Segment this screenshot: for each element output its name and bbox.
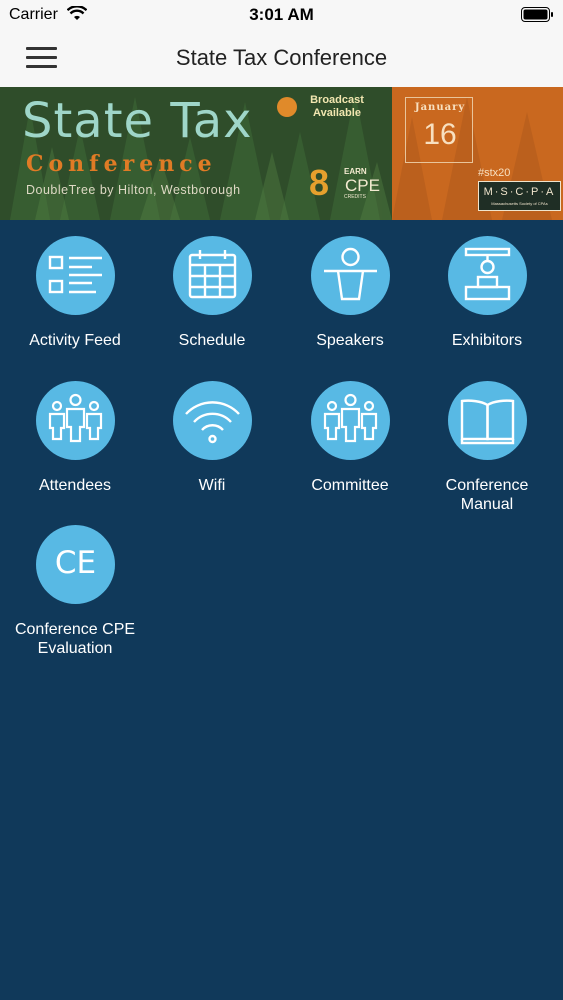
attendees-icon [36, 381, 115, 460]
banner-venue: DoubleTree by Hilton, Westborough [26, 183, 241, 197]
committee-icon [311, 381, 390, 460]
date-month: January [414, 102, 466, 113]
status-bar: Carrier 3:01 AM [0, 0, 563, 30]
conference-banner: State Tax Conference DoubleTree by Hilto… [0, 87, 563, 220]
cpe-label: CPE [345, 176, 380, 195]
menu-item-label: Wifi [198, 477, 226, 494]
menu-item-label: Attendees [38, 477, 112, 494]
menu-item-label: Conference Manual [445, 477, 529, 513]
menu-item-label: Conference CPE Evaluation [14, 621, 136, 657]
menu-item-label: Committee [311, 477, 389, 494]
status-time: 3:01 AM [249, 5, 314, 24]
hashtag: #stx20 [478, 167, 511, 179]
logo-subtext: Massachusetts Society of CPAs [491, 201, 548, 206]
date-day: 16 [423, 118, 457, 151]
banner-forest-panel: State Tax Conference DoubleTree by Hilto… [0, 87, 392, 220]
banner-subtitle: Conference [26, 151, 217, 177]
mscpa-logo: M·S·C·P·A Massachusetts Society of CPAs [478, 181, 561, 211]
activity-feed-icon [36, 236, 115, 315]
menu-item-label: Activity Feed [29, 332, 121, 349]
menu-item-label: Speakers [316, 332, 384, 349]
menu-item-label: Schedule [178, 332, 246, 349]
page-title: State Tax Conference [175, 45, 388, 70]
cpe-number: 8 [309, 162, 330, 203]
logo-text: M·S·C·P·A [483, 186, 556, 198]
menu-item-label: Exhibitors [451, 332, 523, 349]
ce-icon: CE [36, 525, 115, 604]
book-icon [448, 381, 527, 460]
broadcast-label: Broadcast Available [310, 94, 364, 119]
navigation-bar: State Tax Conference [0, 30, 563, 87]
banner-title: State Tax [22, 93, 253, 149]
broadcast-speaker-icon [277, 97, 297, 117]
cpe-earn: EARN [344, 167, 367, 176]
exhibitor-booth-icon [448, 236, 527, 315]
cpe-credits: CREDITS [344, 194, 366, 200]
ce-icon-text: CE [54, 545, 97, 581]
speaker-podium-icon [311, 236, 390, 315]
wifi-icon [173, 381, 252, 460]
calendar-icon [173, 236, 252, 315]
date-box: January 16 [405, 97, 473, 163]
battery-icon [521, 7, 553, 22]
